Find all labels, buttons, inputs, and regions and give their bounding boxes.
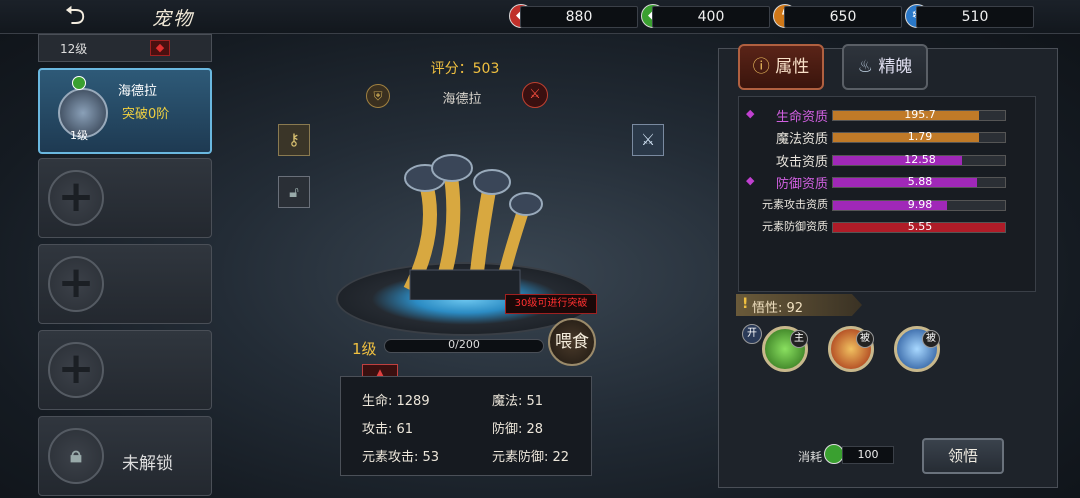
pet-slot-top-level: 12级: [60, 42, 88, 56]
aptitude-label: 防御资质: [775, 177, 828, 193]
shield-icon[interactable]: ⛨: [366, 84, 390, 108]
hydra-model: [403, 154, 543, 300]
diamond-marker-icon: ◆: [746, 107, 755, 120]
flame-icon: ♨: [857, 57, 879, 77]
info-icon: ⓘ: [752, 57, 776, 77]
tab-spirit-label: 精魄: [878, 57, 913, 77]
page-title: 宠物: [152, 8, 195, 30]
green-crystal-icon: [824, 444, 844, 464]
pet-slot-name: 海德拉: [118, 84, 158, 99]
stat-elem-attack: 元素攻击: 53: [362, 450, 440, 465]
back-arrow-icon[interactable]: ⮌: [52, 2, 98, 30]
aptitude-bar: 5.88: [832, 175, 1006, 189]
aptitude-bar: 9.98: [832, 197, 1006, 211]
resource-red-value: 880: [520, 6, 638, 28]
aptitude-row: 元素攻击资质 9.98: [740, 196, 1010, 216]
tab-spirit[interactable]: ♨ 精魄: [842, 44, 928, 90]
pet-score: 评分：503: [430, 61, 500, 77]
pet-level: 1级: [352, 340, 377, 358]
exclamation-icon: !: [742, 296, 749, 312]
breakthrough-hint: 30级可进行突破: [505, 294, 597, 314]
aptitude-row: 攻击资质 12.58: [740, 151, 1010, 171]
feed-button[interactable]: 喂食: [548, 318, 596, 366]
aptitude-bar: 195.7: [832, 108, 1006, 121]
stat-elem-defense: 元素防御: 22: [492, 450, 570, 465]
aptitude-label: 元素防御资质: [762, 220, 828, 233]
comprehension-value: 悟性: 92: [752, 301, 804, 316]
aptitude-row: 元素防御资质 5.55: [740, 218, 1010, 238]
aptitude-row: ◆ 生命资质 195.7: [740, 106, 1010, 126]
stat-attack: 攻击: 61: [362, 422, 414, 437]
blade-icon[interactable]: ⚔: [632, 124, 664, 156]
plus-icon: +: [48, 256, 104, 312]
resource-ice-value: 510: [916, 6, 1034, 28]
aptitude-value: 1.79: [907, 130, 933, 144]
aptitude-value: 5.55: [907, 220, 933, 233]
skill-badge: 被: [856, 330, 874, 348]
aptitude-bar: 5.55: [832, 220, 1006, 233]
aptitude-row: 魔法资质 1.79: [740, 128, 1010, 148]
plus-icon: +: [48, 170, 104, 226]
stat-mp: 魔法: 51: [492, 394, 544, 409]
skill-badge: 主: [790, 330, 808, 348]
resource-lightning-value: 650: [784, 6, 902, 28]
aptitude-label: 魔法资质: [775, 132, 828, 148]
green-element-icon: [72, 76, 86, 90]
exp-value: 0/200: [448, 338, 480, 351]
tab-attributes[interactable]: ⓘ 属性: [738, 44, 824, 90]
resource-green-value: 400: [652, 6, 770, 28]
diamond-marker-icon: ◆: [746, 174, 755, 188]
pet-name: 海德拉: [442, 92, 482, 107]
aptitude-label: 攻击资质: [775, 154, 828, 170]
demon-mark-icon: ◆: [150, 40, 170, 56]
stat-hp: 生命: 1289: [362, 394, 430, 409]
key-icon[interactable]: ⚷: [278, 124, 310, 156]
comprehend-button[interactable]: 领悟: [922, 438, 1004, 474]
aptitude-value: 195.7: [904, 108, 936, 121]
plus-icon: +: [48, 342, 104, 398]
skill-toggle[interactable]: 开: [742, 324, 762, 344]
aptitude-label: 元素攻击资质: [762, 197, 828, 211]
pet-slot-level: 1级: [70, 129, 88, 142]
pet-slot-breakthrough: 突破0阶: [122, 107, 170, 122]
skill-badge: 被: [922, 330, 940, 348]
aptitude-bar: 12.58: [832, 152, 1006, 166]
aptitude-row: ◆ 防御资质 5.88: [740, 173, 1010, 193]
cost-value: 100: [842, 446, 894, 464]
aptitude-value: 12.58: [904, 152, 936, 166]
stat-defense: 防御: 28: [492, 422, 544, 437]
unlock-icon[interactable]: 🔓︎: [278, 176, 310, 208]
cost-label: 消耗: [798, 450, 823, 464]
locked-label: 未解锁: [122, 454, 173, 474]
aptitude-value: 5.88: [907, 175, 933, 189]
aptitude-label: 生命资质: [775, 110, 828, 125]
aptitude-bar: 1.79: [832, 130, 1006, 144]
aptitude-value: 9.98: [907, 197, 933, 211]
tab-attributes-label: 属性: [775, 57, 810, 77]
lock-icon: 🔒︎: [48, 428, 104, 484]
sword-icon[interactable]: ⚔: [522, 82, 548, 108]
